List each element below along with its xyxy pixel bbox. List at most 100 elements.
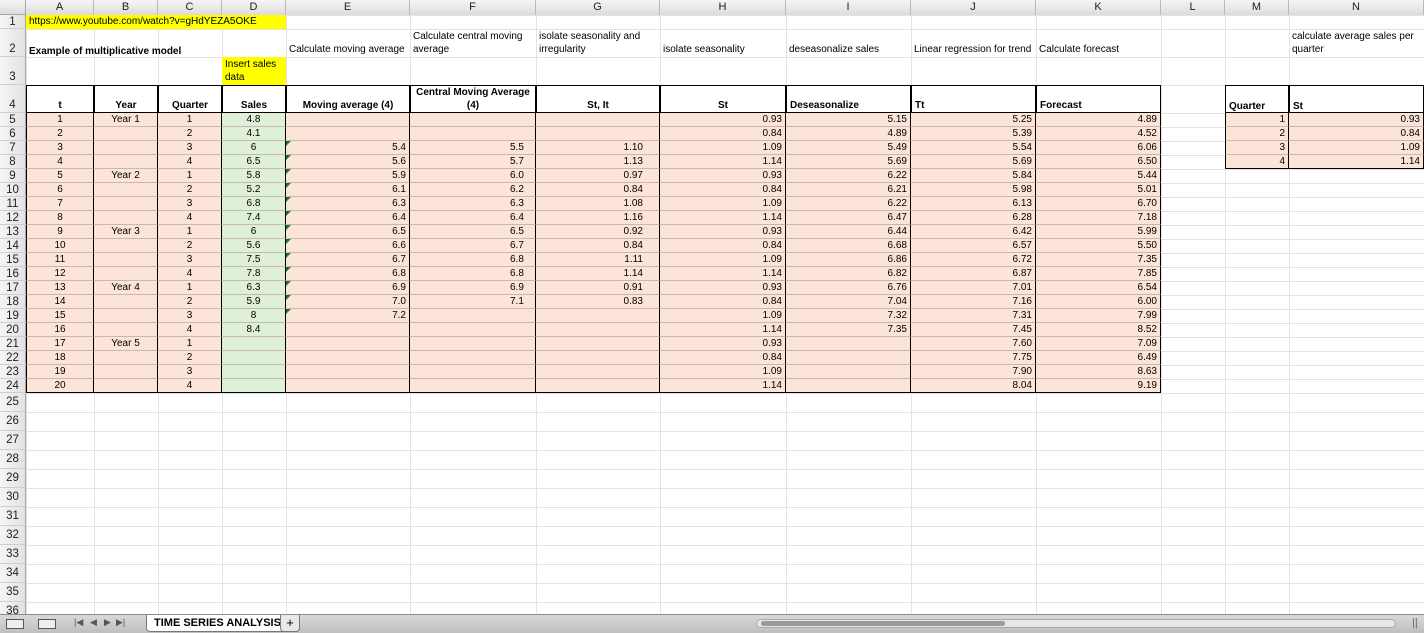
data-cell[interactable]: 2 <box>158 239 222 253</box>
data-cell[interactable]: 5.69 <box>786 155 911 169</box>
row-header-27[interactable]: 27 <box>0 431 26 450</box>
data-cell[interactable]: 4.52 <box>1036 127 1161 141</box>
data-cell[interactable] <box>94 239 158 253</box>
data-cell[interactable]: 0.93 <box>660 113 786 127</box>
data-cell[interactable]: 1.09 <box>660 253 786 267</box>
row-header-25[interactable]: 25 <box>0 393 26 412</box>
data-cell[interactable] <box>410 113 536 127</box>
header-sales[interactable]: Sales <box>222 85 286 113</box>
row-header-19[interactable]: 19 <box>0 309 26 323</box>
row-header-9[interactable]: 9 <box>0 169 26 183</box>
summary-quarter-cell[interactable]: 4 <box>1225 155 1289 169</box>
data-cell[interactable]: 1 <box>158 169 222 183</box>
data-cell[interactable]: 6.70 <box>1036 197 1161 211</box>
data-cell[interactable]: 6.82 <box>786 267 911 281</box>
data-cell[interactable]: 1.14 <box>660 267 786 281</box>
step-label-k[interactable]: Calculate forecast <box>1036 29 1161 57</box>
row-header-2[interactable]: 2 <box>0 29 26 57</box>
step-label-j[interactable]: Linear regression for trend <box>911 29 1036 57</box>
data-cell[interactable]: 7.5 <box>222 253 286 267</box>
data-cell[interactable] <box>222 379 286 393</box>
data-cell[interactable]: 7.90 <box>911 365 1036 379</box>
header-cma[interactable]: Central Moving Average (4) <box>410 85 536 113</box>
summary-quarter-cell[interactable]: 1 <box>1225 113 1289 127</box>
data-cell[interactable]: 6.3 <box>410 197 536 211</box>
first-sheet-icon[interactable]: |◀ <box>74 617 83 628</box>
data-cell[interactable]: 0.92 <box>536 225 660 239</box>
row-header-29[interactable]: 29 <box>0 469 26 488</box>
data-cell[interactable]: 1.09 <box>660 197 786 211</box>
data-cell[interactable]: 4.89 <box>1036 113 1161 127</box>
summary-st-cell[interactable]: 0.84 <box>1289 127 1424 141</box>
data-cell[interactable]: 0.93 <box>660 337 786 351</box>
row-header-11[interactable]: 11 <box>0 197 26 211</box>
data-cell[interactable]: 0.84 <box>660 127 786 141</box>
next-sheet-icon[interactable]: ▶ <box>104 617 111 628</box>
data-cell[interactable]: 18 <box>26 351 94 365</box>
data-cell[interactable]: 4.8 <box>222 113 286 127</box>
data-cell[interactable]: 1 <box>26 113 94 127</box>
horizontal-scrollbar[interactable] <box>756 619 1396 628</box>
data-cell[interactable] <box>410 127 536 141</box>
data-cell[interactable]: 7.31 <box>911 309 1036 323</box>
data-cell[interactable]: 3 <box>158 309 222 323</box>
data-cell[interactable]: 4 <box>158 155 222 169</box>
data-cell[interactable]: 7.0 <box>286 295 410 309</box>
data-cell[interactable]: 4 <box>158 379 222 393</box>
row-header-33[interactable]: 33 <box>0 545 26 564</box>
data-cell[interactable]: 6.50 <box>1036 155 1161 169</box>
data-cell[interactable]: 3 <box>158 141 222 155</box>
data-cell[interactable]: 5.9 <box>286 169 410 183</box>
data-cell[interactable] <box>536 351 660 365</box>
data-cell[interactable] <box>410 365 536 379</box>
url-cell[interactable]: https://www.youtube.com/watch?v=gHdYEZA5… <box>26 15 286 29</box>
data-cell[interactable] <box>94 155 158 169</box>
data-cell[interactable]: 2 <box>158 127 222 141</box>
data-cell[interactable]: 0.93 <box>660 281 786 295</box>
data-cell[interactable]: 1.11 <box>536 253 660 267</box>
column-header-k[interactable]: K <box>1036 0 1161 15</box>
data-cell[interactable]: 5.5 <box>410 141 536 155</box>
data-cell[interactable] <box>786 365 911 379</box>
row-header-4[interactable]: 4 <box>0 85 26 113</box>
data-cell[interactable]: 5.2 <box>222 183 286 197</box>
data-cell[interactable]: 7.85 <box>1036 267 1161 281</box>
data-cell[interactable]: 2 <box>158 351 222 365</box>
data-cell[interactable] <box>536 365 660 379</box>
data-cell[interactable]: 12 <box>26 267 94 281</box>
data-cell[interactable]: 6.7 <box>286 253 410 267</box>
data-cell[interactable]: 7.45 <box>911 323 1036 337</box>
data-cell[interactable]: 1.14 <box>660 211 786 225</box>
column-header-g[interactable]: G <box>536 0 660 15</box>
data-cell[interactable] <box>410 323 536 337</box>
data-cell[interactable]: 17 <box>26 337 94 351</box>
data-cell[interactable]: 7.09 <box>1036 337 1161 351</box>
data-cell[interactable]: 1.09 <box>660 141 786 155</box>
data-cell[interactable]: 6.00 <box>1036 295 1161 309</box>
data-cell[interactable]: 0.93 <box>660 169 786 183</box>
data-cell[interactable]: 8.4 <box>222 323 286 337</box>
row-header-34[interactable]: 34 <box>0 564 26 583</box>
data-cell[interactable] <box>286 379 410 393</box>
data-cell[interactable]: 1.08 <box>536 197 660 211</box>
data-cell[interactable]: 14 <box>26 295 94 309</box>
row-header-1[interactable]: 1 <box>0 15 26 29</box>
row-header-31[interactable]: 31 <box>0 507 26 526</box>
prev-sheet-icon[interactable]: ◀ <box>90 617 97 628</box>
data-cell[interactable]: 0.97 <box>536 169 660 183</box>
summary-quarter-cell[interactable]: 3 <box>1225 141 1289 155</box>
data-cell[interactable]: 6.0 <box>410 169 536 183</box>
data-cell[interactable]: 4 <box>26 155 94 169</box>
data-cell[interactable]: 13 <box>26 281 94 295</box>
data-cell[interactable]: 7.32 <box>786 309 911 323</box>
data-cell[interactable]: 1.14 <box>536 267 660 281</box>
data-cell[interactable]: 9.19 <box>1036 379 1161 393</box>
normal-view-icon[interactable] <box>6 619 24 629</box>
data-cell[interactable]: 5 <box>26 169 94 183</box>
data-cell[interactable] <box>94 197 158 211</box>
column-header-a[interactable]: A <box>26 0 94 15</box>
data-cell[interactable] <box>536 113 660 127</box>
row-header-22[interactable]: 22 <box>0 351 26 365</box>
data-cell[interactable]: 6.68 <box>786 239 911 253</box>
data-cell[interactable]: 0.93 <box>660 225 786 239</box>
